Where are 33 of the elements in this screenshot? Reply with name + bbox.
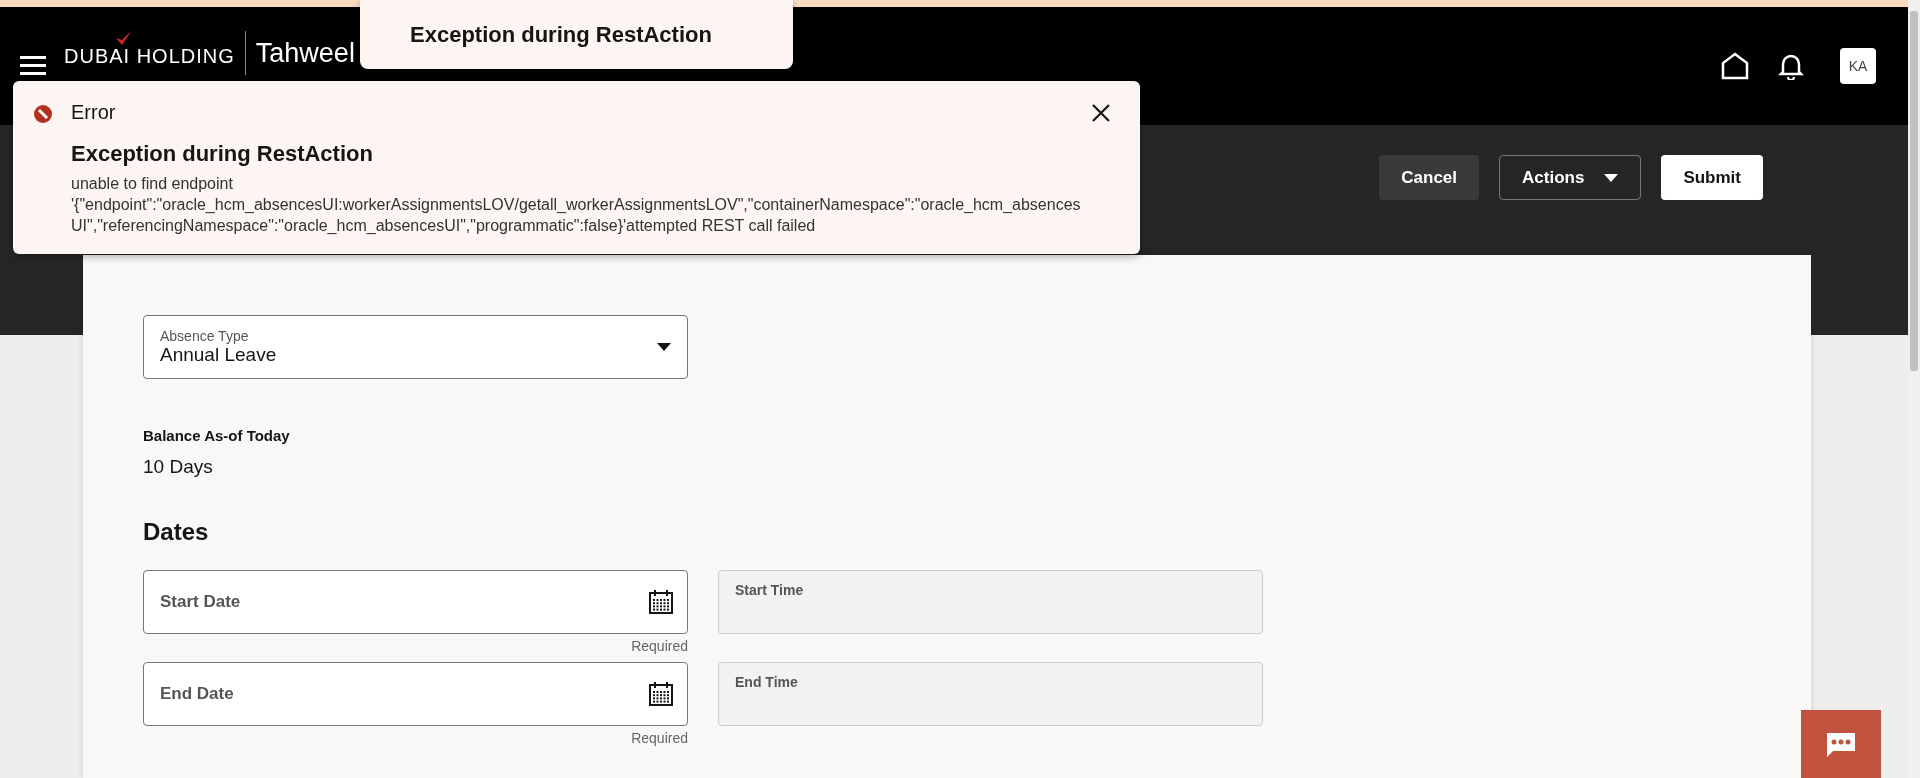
menu-button[interactable] [20, 55, 48, 77]
field-value: Annual Leave [160, 344, 278, 366]
field-label: End Time [735, 674, 798, 690]
home-button[interactable] [1720, 52, 1750, 80]
helper-text: Required [631, 638, 688, 656]
product-name: Tahweel [255, 37, 355, 69]
toast-title: Exception during RestAction [410, 21, 712, 48]
field-label: Absence Type [160, 328, 250, 344]
date-field[interactable]: Start Date [143, 570, 688, 634]
field-label: Start Time [735, 582, 804, 598]
helper-text: Required [631, 730, 688, 748]
calendar-icon[interactable] [648, 681, 674, 707]
submit-button[interactable]: Submit [1661, 155, 1763, 200]
error-icon [33, 104, 53, 124]
section-heading: Dates [143, 518, 210, 546]
logo-name: DUBAI HOLDING [64, 38, 235, 68]
notifications-button[interactable] [1778, 52, 1804, 80]
date-field[interactable]: End Date [143, 662, 688, 726]
chat-button[interactable] [1801, 710, 1881, 778]
actions-menu-button[interactable]: Actions [1499, 155, 1642, 200]
calendar-icon[interactable] [648, 589, 674, 615]
absence-type-select[interactable]: Absence Type Annual Leave [143, 315, 688, 379]
chat-bubble-icon [1825, 731, 1857, 757]
caret-icon [657, 343, 671, 351]
balance-label: Balance As-of Today [143, 427, 291, 444]
error-message: unable to find endpoint '{"endpoint":"oracle_hcm_absencesUI:workerAssignmentsLOV/getall_workerAssignmentsLOV","containerNamespace":"oracle_hcm_absencesUI","referencingNamespace":"oracle_hcm_absencesUI","programmatic":false}'attempted REST call failed [71, 174, 1081, 236]
caret-icon [1604, 173, 1619, 182]
balance-value: 10 Days [143, 456, 214, 478]
toast-label: Error [71, 101, 117, 125]
cancel-button[interactable]: Cancel [1379, 155, 1480, 200]
user-avatar[interactable]: KA [1840, 48, 1876, 84]
toast-title: Exception during RestAction [71, 141, 374, 167]
scrollbar-thumb[interactable] [1910, 11, 1918, 371]
